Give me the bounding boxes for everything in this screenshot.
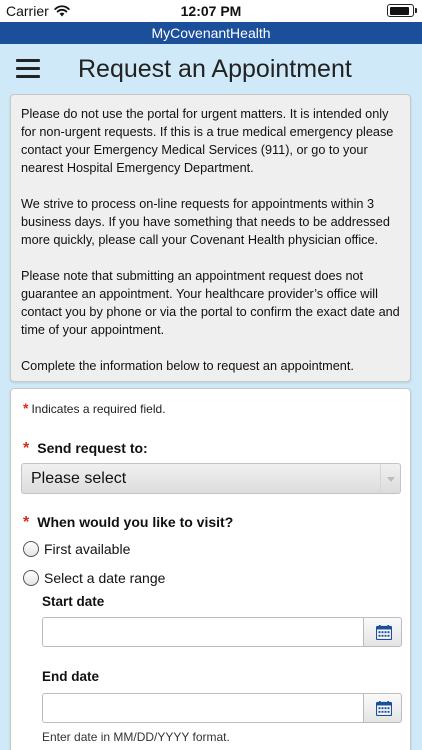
info-paragraph-processing: We strive to process on-line requests fo… [21,197,390,247]
send-request-selected-value: Please select [31,470,127,487]
chevron-down-icon [380,464,400,493]
info-paragraph-urgent: Please do not use the portal for urgent … [21,107,394,175]
radio-date-range-label: Select a date range [44,570,166,586]
hamburger-menu-icon[interactable] [16,59,40,79]
status-time: 12:07 PM [180,3,242,19]
radio-button-icon[interactable] [23,541,39,557]
calendar-icon [376,625,392,640]
app-title-bar: MyCovenantHealth [0,22,422,44]
start-date-label: Start date [42,594,105,609]
end-date-group [42,693,402,723]
end-date-input[interactable] [42,693,364,723]
date-format-hint: Enter date in MM/DD/YYYY format. [42,730,230,744]
radio-first-available-label: First available [44,541,131,557]
radio-button-icon[interactable] [23,570,39,586]
end-date-label: End date [42,669,100,684]
status-bar: Carrier 12:07 PM [0,0,422,22]
info-paragraph-guarantee: Please note that submitting an appointme… [21,269,400,337]
required-star: * [23,400,29,416]
required-star: * [23,440,30,457]
page-title: Request an Appointment [78,55,352,83]
required-field-note: * Indicates a required field. [23,400,166,416]
end-date-calendar-button[interactable] [363,693,402,723]
info-paragraph-instructions: Complete the information below to reques… [21,359,354,373]
send-request-label: * Send request to: [23,440,148,457]
calendar-icon [376,701,392,716]
app-title: MyCovenantHealth [151,25,271,41]
required-star: * [23,514,30,531]
start-date-input[interactable] [42,617,364,647]
radio-date-range[interactable]: Select a date range [23,568,165,588]
required-note-text: Indicates a required field. [31,402,166,416]
visit-time-label: * When would you like to visit? [23,514,234,531]
page-header: Request an Appointment [0,44,422,94]
radio-first-available[interactable]: First available [23,539,130,559]
appointment-form: * Indicates a required field. * Send reque… [10,388,411,750]
start-date-calendar-button[interactable] [363,617,402,647]
battery-icon [387,4,417,17]
send-request-select[interactable]: Please select [21,463,401,494]
start-date-group [42,617,402,647]
info-notice: Please do not use the portal for urgent … [10,94,411,382]
